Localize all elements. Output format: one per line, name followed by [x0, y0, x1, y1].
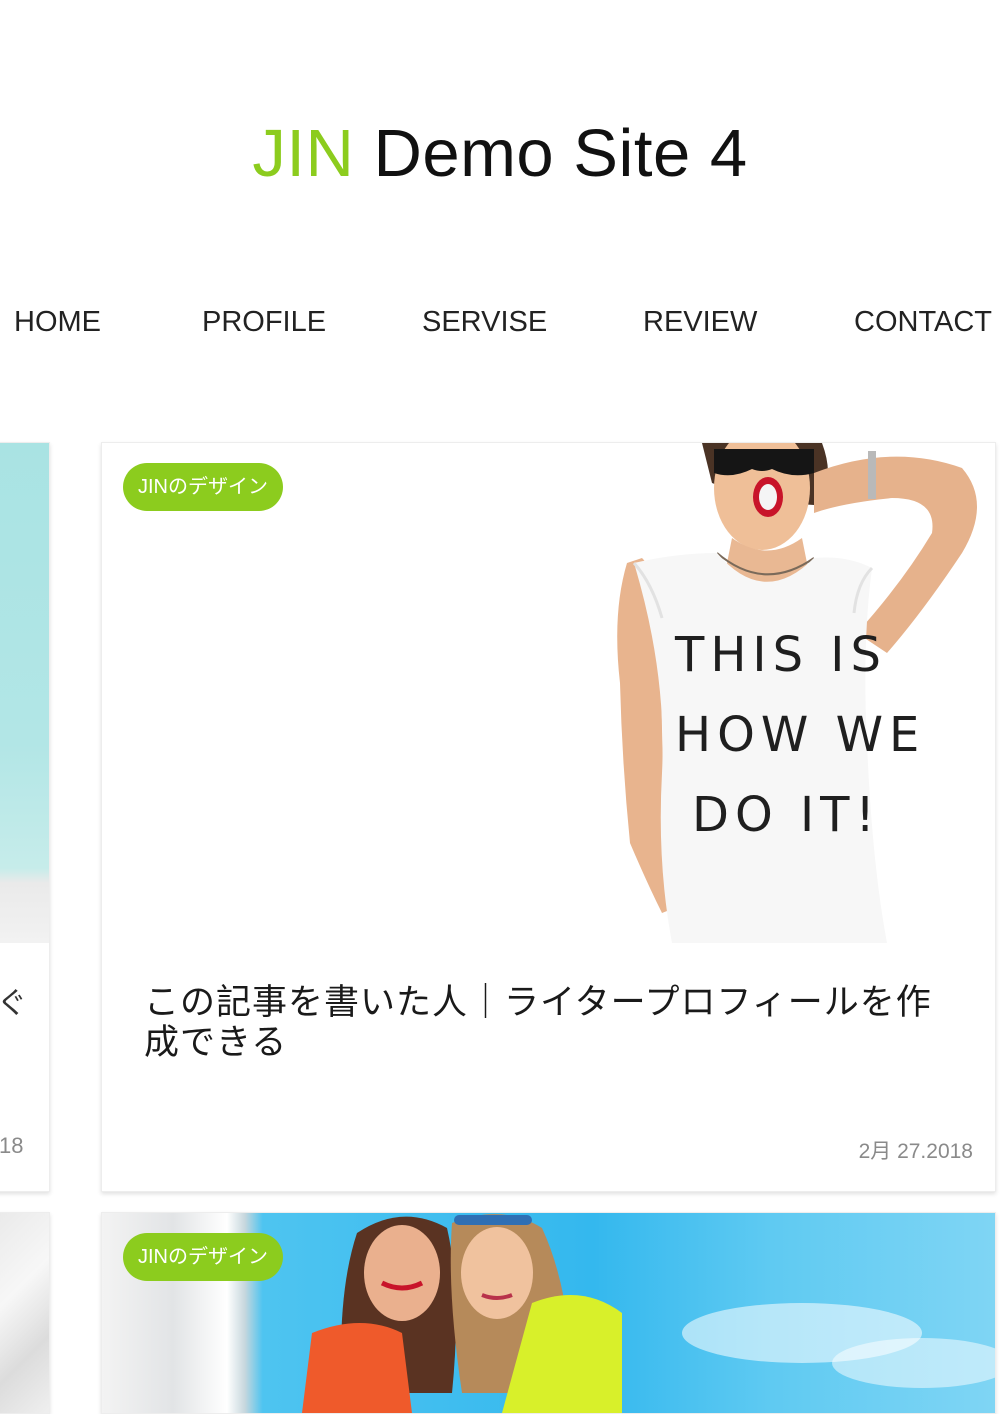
- site-title-accent: JIN: [252, 116, 355, 191]
- post-date-fragment: 18: [0, 1133, 24, 1158]
- nav-item-profile[interactable]: PROFILE: [202, 300, 326, 344]
- post-title[interactable]: この記事を書いた人｜ライタープロフィールを作成できる: [144, 983, 944, 1063]
- shirt-text-line2: HOW WE: [675, 707, 925, 763]
- post-title-fragment: ぐ: [0, 987, 27, 1020]
- nav-item-review[interactable]: REVIEW: [643, 300, 757, 344]
- nav-item-home[interactable]: HOME: [14, 300, 101, 344]
- site-title-rest: Demo Site 4: [373, 116, 748, 191]
- post-card-partial-left[interactable]: ぐ 18: [0, 442, 50, 1192]
- post-card-partial-left[interactable]: [0, 1212, 50, 1414]
- shirt-text-line1: THIS IS: [674, 627, 887, 683]
- post-card[interactable]: JINのデザイン: [101, 1212, 996, 1414]
- post-thumbnail: [0, 1213, 49, 1413]
- category-badge[interactable]: JINのデザイン: [123, 1233, 283, 1281]
- nav-item-servise[interactable]: SERVISE: [422, 300, 547, 344]
- category-badge[interactable]: JINのデザイン: [123, 463, 283, 511]
- post-date: 2月 27.2018: [858, 1140, 973, 1163]
- post-thumbnail: [0, 443, 49, 943]
- nav-item-contact[interactable]: CONTACT: [854, 300, 992, 344]
- post-thumbnail: THIS IS HOW WE DO IT!: [102, 443, 995, 943]
- site-title[interactable]: JIN Demo Site 4: [0, 112, 1000, 196]
- model-photo: THIS IS HOW WE DO IT!: [617, 443, 977, 943]
- shirt-text-line3: DO IT!: [692, 787, 881, 843]
- main-nav: HOME PROFILE SERVISE REVIEW CONTACT: [0, 300, 1000, 344]
- post-card[interactable]: THIS IS HOW WE DO IT! JINのデザイン この記事を書いた人…: [101, 442, 996, 1192]
